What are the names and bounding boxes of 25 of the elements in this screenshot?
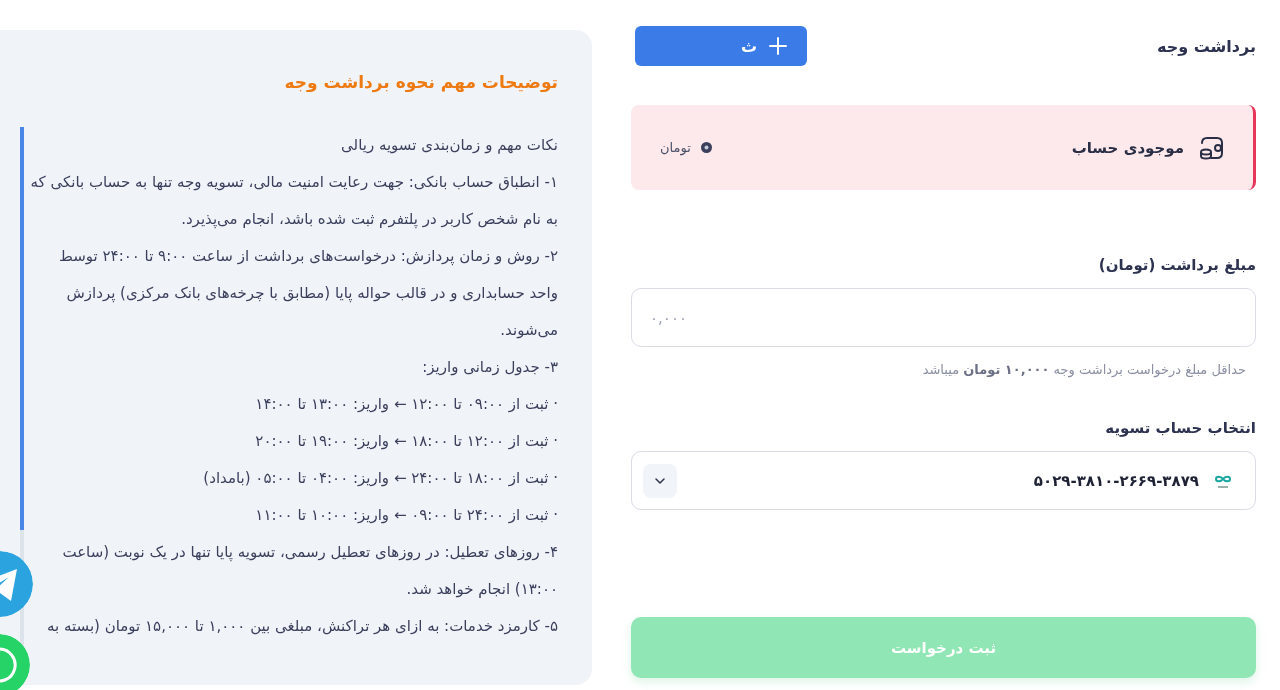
plus-icon <box>769 37 787 55</box>
instruction-paragraph: · ثبت از ۲۴:۰۰ تا ۰۹:۰۰ ← واریز: ۱۰:۰۰ تا ۱۱:۰۰ <box>254 505 558 526</box>
amount-input[interactable]: ۰,۰۰۰ <box>631 288 1256 347</box>
dropdown-button[interactable] <box>643 463 677 498</box>
page-title: برداشت وجه <box>1156 36 1256 56</box>
amount-hint: حداقل مبلغ درخواست برداشت وجه ۱۰,۰۰۰ تومان میباشد <box>921 361 1247 380</box>
currency-label: تومان <box>660 140 691 155</box>
instruction-paragraph: ۳- جدول زمانی واریز: <box>421 357 558 378</box>
dot-icon <box>700 142 712 153</box>
instruction-paragraph: ۴- روزهای تعطیل: در روزهای تعطیل رسمی، تسویه پایا تنها در یک نوبت (ساعت ۱۳:۰۰) انجام خواهد شد. <box>61 542 558 600</box>
balance-title: موجودی حساب <box>1071 138 1184 157</box>
instruction-paragraph: ۵- کارمزد خدمات: به ازای هر تراکنش، مبلغی بین ۱,۰۰۰ تا ۱۵,۰۰۰ تومان (بسته به <box>46 616 558 637</box>
account-number: ۵۰۲۹-۳۸۱۰-۲۶۶۹-۳۸۷۹ <box>1033 471 1199 490</box>
instruction-paragraph: ۲- روش و زمان پردازش: درخواست‌های برداشت از ساعت ۹:۰۰ تا ۲۴:۰۰ توسط واحد حسابداری و در قالب حواله پایا (مطابق با چرخه‌های بانک مرکزی) پردازش می‌شوند. <box>58 246 558 341</box>
amount-label: مبلغ برداشت (تومان) <box>1097 255 1256 276</box>
scrollbar-thumb[interactable] <box>20 127 24 530</box>
instruction-paragraph: · ثبت از ۰۹:۰۰ تا ۱۲:۰۰ ← واریز: ۱۳:۰۰ تا ۱۴:۰۰ <box>254 394 558 415</box>
account-label: انتخاب حساب تسویه <box>1104 418 1256 439</box>
instruction-paragraph: ۱- انطباق حساب بانکی: جهت رعایت امنیت مالی، تسویه وجه تنها به حساب بانکی که به نام شخص کاربر در پلتفرم ثبت شده باشد، انجام می‌پذیرد. <box>30 172 558 231</box>
add-button[interactable]: ث <box>635 26 807 66</box>
instruction-paragraph: · ثبت از ۱۸:۰۰ تا ۲۴:۰۰ ← واریز: ۰۴:۰۰ تا ۰۵:۰۰ (بامداد) <box>202 468 558 489</box>
instruction-paragraph: نکات مهم و زمان‌بندی تسویه ریالی <box>340 135 558 156</box>
panel-title: توضیحات مهم نحوه برداشت وجه <box>283 71 558 94</box>
instruction-paragraph: · ثبت از ۱۲:۰۰ تا ۱۸:۰۰ ← واریز: ۱۹:۰۰ تا ۲۰:۰۰ <box>254 431 558 452</box>
account-select[interactable]: ۵۰۲۹-۳۸۱۰-۲۶۶۹-۳۸۷۹ <box>631 451 1256 510</box>
